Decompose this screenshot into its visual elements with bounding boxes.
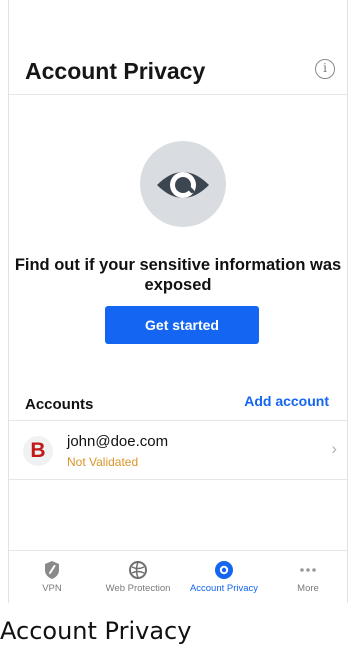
tab-web-protection[interactable]: Web Protection bbox=[95, 551, 181, 604]
add-account-link[interactable]: Add account bbox=[244, 393, 329, 409]
account-status: Not Validated bbox=[67, 455, 139, 469]
accounts-section-title: Accounts bbox=[25, 396, 94, 413]
tab-label: VPN bbox=[42, 583, 62, 594]
account-email: john@doe.com bbox=[67, 433, 169, 450]
tab-label: Web Protection bbox=[105, 583, 171, 594]
accounts-header: Accounts Add account bbox=[9, 392, 347, 421]
tab-label: Account Privacy bbox=[189, 583, 259, 594]
app-screen: Account Privacy i Find out if your sensi… bbox=[8, 0, 348, 603]
more-icon bbox=[300, 568, 316, 572]
tab-more[interactable]: More bbox=[267, 551, 349, 604]
tab-label: More bbox=[297, 583, 319, 594]
chevron-right-icon: › bbox=[331, 439, 337, 458]
screen-caption: Account Privacy bbox=[0, 617, 192, 645]
tab-bar: VPN Web Protection Account Privacy More bbox=[9, 550, 347, 604]
account-row[interactable]: B john@doe.com Not Validated › bbox=[9, 421, 347, 480]
shield-icon bbox=[45, 561, 59, 579]
eye-icon bbox=[140, 141, 226, 227]
page-title: Account Privacy bbox=[25, 58, 206, 84]
page-header: Account Privacy i bbox=[9, 48, 347, 95]
info-icon[interactable]: i bbox=[315, 59, 335, 79]
get-started-button[interactable]: Get started bbox=[105, 306, 259, 344]
tab-vpn[interactable]: VPN bbox=[9, 551, 95, 604]
account-avatar: B bbox=[23, 436, 53, 466]
eye-icon bbox=[215, 561, 233, 579]
tab-account-privacy[interactable]: Account Privacy bbox=[181, 551, 267, 604]
hero-message: Find out if your sensitive information w… bbox=[14, 256, 342, 294]
globe-icon bbox=[129, 561, 147, 579]
